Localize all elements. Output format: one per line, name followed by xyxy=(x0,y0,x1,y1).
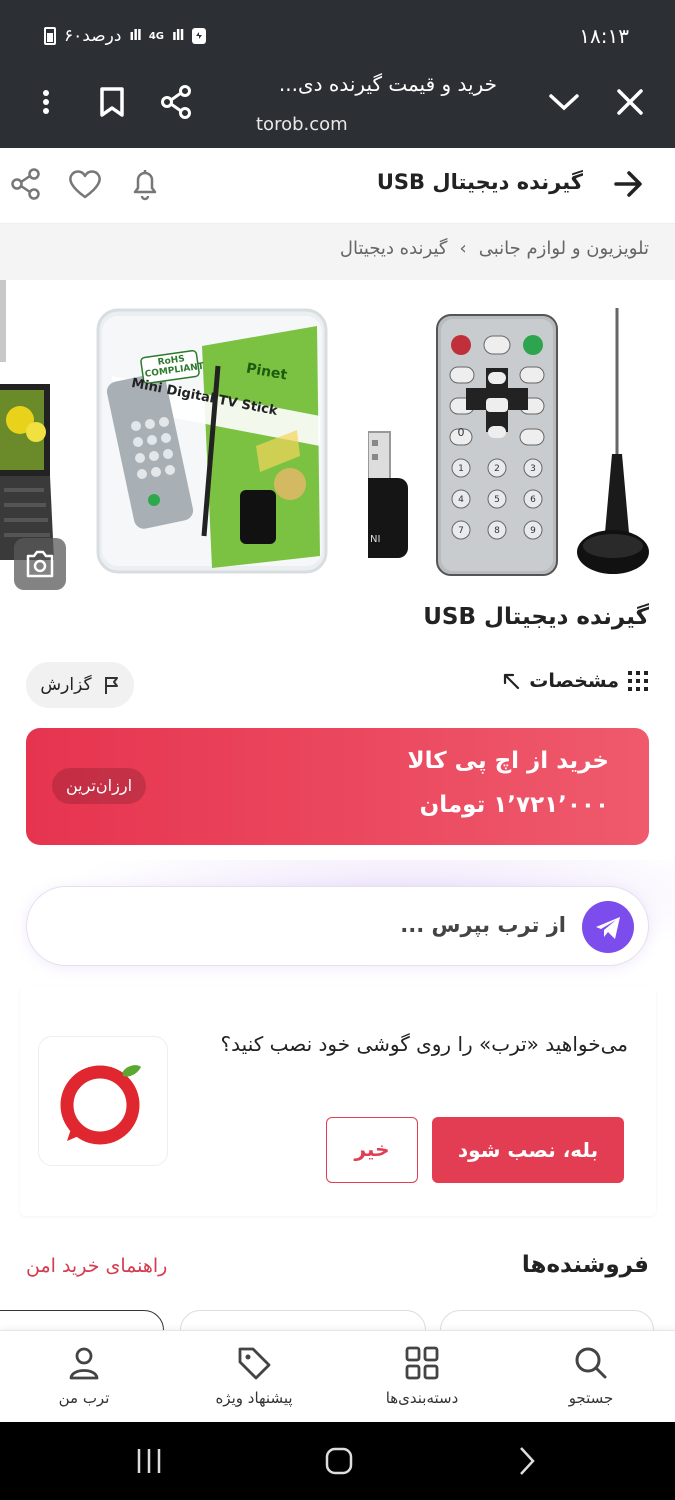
ask-placeholder: از ترب بپرس ... xyxy=(400,913,566,937)
svg-text:9: 9 xyxy=(530,526,536,536)
svg-text:4: 4 xyxy=(458,495,464,505)
status-left: ۶۰درصد ıll 4G ıll xyxy=(44,26,207,46)
network-type: 4G xyxy=(148,30,164,42)
page-title: گیرنده دیجیتال USB xyxy=(376,170,583,194)
report-button[interactable]: گزارش xyxy=(26,662,134,708)
browser-url[interactable]: torob.com xyxy=(256,114,348,135)
chevron-down-icon[interactable] xyxy=(544,82,584,122)
grid-dots-icon xyxy=(628,671,648,691)
user-icon xyxy=(69,1347,99,1380)
install-question: می‌خواهید «ترب» را روی گوشی خود نصب کنید… xyxy=(220,1032,628,1056)
more-vert-icon[interactable] xyxy=(28,82,68,122)
browser-title[interactable]: خرید و قیمت گیرنده دی... xyxy=(279,72,497,96)
heart-icon[interactable] xyxy=(65,164,105,204)
breadcrumb-item-subcategory[interactable]: گیرنده دیجیتال xyxy=(340,238,448,259)
svg-text:8: 8 xyxy=(494,526,500,536)
specs-label: مشخصات xyxy=(529,670,619,692)
sync-icon xyxy=(192,28,207,44)
offer-price: ۱٬۷۲۱٬۰۰۰ تومان xyxy=(419,792,609,818)
svg-text:7: 7 xyxy=(458,526,464,536)
close-icon[interactable] xyxy=(610,82,650,122)
specs-link[interactable]: مشخصات xyxy=(501,670,649,692)
back-icon[interactable] xyxy=(510,1444,544,1478)
search-icon xyxy=(575,1347,607,1379)
flag-icon xyxy=(104,677,118,694)
nav-profile[interactable]: ترب من xyxy=(0,1331,168,1423)
tag-icon xyxy=(238,1347,271,1380)
offer-store: خرید از اچ پی کالا xyxy=(407,748,609,774)
usb-stick-image[interactable]: NI xyxy=(368,430,410,562)
nav-categories[interactable]: دسته‌بندی‌ها xyxy=(338,1331,506,1423)
arrow-back-icon[interactable] xyxy=(608,164,648,204)
safe-purchase-guide-link[interactable]: راهنمای خرید امن xyxy=(26,1255,167,1277)
nav-search[interactable]: جستجو xyxy=(507,1331,675,1423)
install-yes-button[interactable]: بله، نصب شود xyxy=(432,1117,624,1183)
nav-offers-label: پیشنهاد ویژه xyxy=(215,1389,293,1407)
breadcrumb: تلویزیون و لوازم جانبی › گیرنده دیجیتال xyxy=(0,224,675,280)
torob-logo xyxy=(38,1036,168,1166)
grid-icon xyxy=(405,1346,439,1380)
antenna-image[interactable] xyxy=(572,304,654,580)
signal-icon: ıll xyxy=(129,28,141,44)
home-icon[interactable] xyxy=(322,1444,356,1478)
sellers-heading: فروشنده‌ها xyxy=(521,1252,649,1278)
nav-categories-label: دسته‌بندی‌ها xyxy=(385,1389,459,1407)
bottom-nav: جستجو دسته‌بندی‌ها پیشنهاد ویژه ترب من xyxy=(0,1330,675,1422)
cheapest-badge: ارزان‌ترین xyxy=(52,768,147,804)
breadcrumb-item-category[interactable]: تلویزیون و لوازم جانبی xyxy=(479,238,649,259)
breadcrumb-separator: › xyxy=(459,238,467,259)
send-button[interactable] xyxy=(582,901,634,953)
share-icon[interactable] xyxy=(157,82,197,122)
status-bar: ۶۰درصد ıll 4G ıll ۱۸:۱۳ xyxy=(0,0,675,72)
product-gallery[interactable]: RoHS COMPLIANT Pinet Mini Digital TV Sti… xyxy=(0,280,675,600)
battery-text: ۶۰درصد xyxy=(64,26,122,46)
image-search-button[interactable] xyxy=(14,538,66,590)
telegram-send-icon xyxy=(596,917,620,939)
ask-torob-input[interactable]: از ترب بپرس ... xyxy=(26,886,649,966)
system-nav-bar xyxy=(0,1422,675,1500)
recents-icon[interactable] xyxy=(132,1444,166,1478)
svg-text:5: 5 xyxy=(494,495,500,505)
nav-search-label: جستجو xyxy=(568,1389,614,1407)
camera-icon xyxy=(26,550,54,578)
product-title: گیرنده دیجیتال USB xyxy=(423,604,649,630)
svg-text:6: 6 xyxy=(530,495,536,505)
browser-bar: خرید و قیمت گیرنده دی... torob.com xyxy=(0,72,675,148)
remote-image[interactable]: 0 1 2 3 4 5 6 7 8 9 xyxy=(436,314,558,576)
svg-text:1: 1 xyxy=(458,464,464,474)
app-header: گیرنده دیجیتال USB xyxy=(0,148,675,224)
signal-icon-2: ıll xyxy=(171,28,184,44)
battery-icon xyxy=(44,27,56,45)
install-app-card: می‌خواهید «ترب» را روی گوشی خود نصب کنید… xyxy=(20,986,656,1216)
package-image[interactable]: RoHS COMPLIANT Pinet Mini Digital TV Sti… xyxy=(92,306,332,576)
clock: ۱۸:۱۳ xyxy=(579,24,629,48)
svg-text:3: 3 xyxy=(530,464,536,474)
share-icon[interactable] xyxy=(6,164,46,204)
install-no-button[interactable]: خیر xyxy=(326,1117,418,1183)
arrow-up-left-icon xyxy=(504,673,520,690)
svg-text:NI: NI xyxy=(370,534,380,545)
svg-text:0: 0 xyxy=(458,426,465,439)
bookmark-icon[interactable] xyxy=(92,82,132,122)
nav-profile-label: ترب من xyxy=(58,1389,110,1407)
report-label: گزارش xyxy=(40,675,92,695)
svg-text:2: 2 xyxy=(494,464,500,474)
scroll-indicator xyxy=(0,280,6,362)
cheapest-offer-card[interactable]: خرید از اچ پی کالا ۱٬۷۲۱٬۰۰۰ تومان ارزان… xyxy=(26,728,649,845)
nav-offers[interactable]: پیشنهاد ویژه xyxy=(170,1331,338,1423)
bell-icon[interactable] xyxy=(125,164,165,204)
